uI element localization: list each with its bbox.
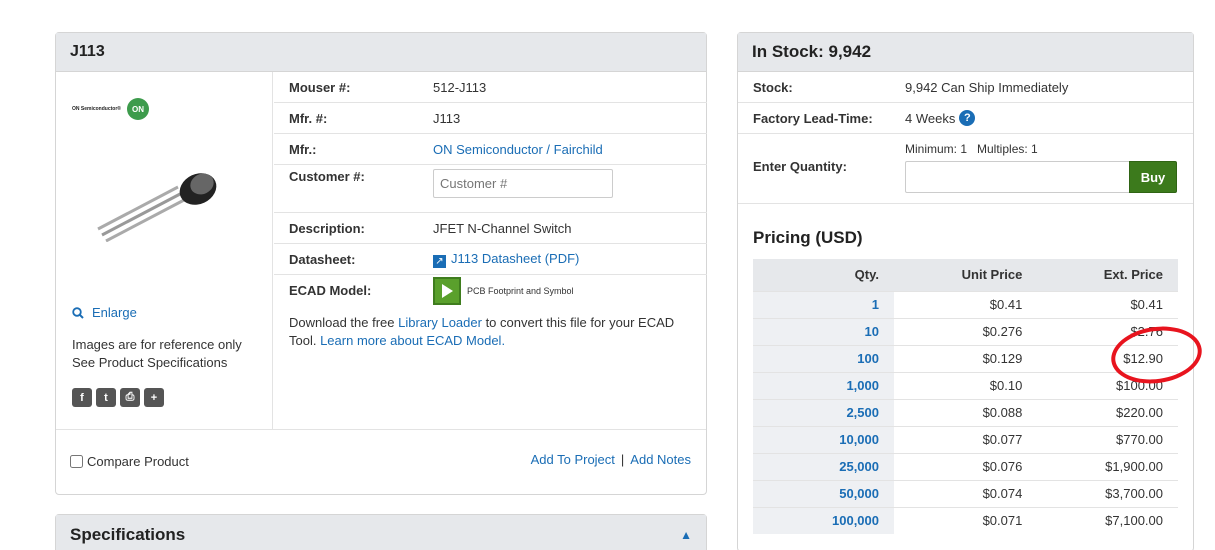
price-qty-link[interactable]: 50,000 (753, 479, 894, 507)
add-notes-link[interactable]: Add Notes (630, 452, 691, 467)
stock-title: In Stock: 9,942 (738, 33, 1193, 72)
unit-price: $0.41 (894, 290, 1038, 318)
share-icons: f t ⎙ + (72, 388, 164, 407)
help-icon[interactable]: ? (959, 110, 976, 126)
detail-row-mfr: Mfr.: ON Semiconductor / Fairchild (274, 134, 707, 165)
magnifier-icon (72, 306, 84, 319)
ecad-model-icon[interactable] (433, 277, 461, 305)
compare-product[interactable]: Compare Product (70, 454, 189, 469)
detail-row-customer: Customer #: (274, 165, 707, 213)
ext-price: $220.00 (1037, 398, 1178, 426)
specifications-header[interactable]: Specifications ▲ (56, 515, 706, 550)
ext-price-header: Ext. Price (1037, 259, 1178, 291)
customer-number-input[interactable] (433, 169, 613, 198)
manufacturer-logo: ON Semiconductor® ON (72, 98, 149, 120)
table-row: 1 $0.41 $0.41 (753, 290, 1178, 318)
stock-row: Stock: 9,942 Can Ship Immediately (738, 72, 1193, 103)
product-title: J113 (56, 33, 706, 72)
pricing-table: Qty. Unit Price Ext. Price 1 $0.41 $0.41 10… (753, 259, 1178, 534)
table-row: 25,000 $0.076 $1,900.00 (753, 452, 1178, 480)
ext-price: $7,100.00 (1037, 506, 1178, 534)
footer-links: Add To Project | Add Notes (530, 452, 691, 467)
detail-row-mfr-number: Mfr. #: J113 (274, 103, 707, 134)
product-image[interactable] (86, 167, 226, 242)
library-loader-link[interactable]: Library Loader (398, 315, 482, 330)
qty-header: Qty. (753, 259, 894, 291)
product-footer: Compare Product Add To Project | Add Notes (56, 429, 706, 495)
twitter-icon[interactable]: t (96, 388, 116, 407)
table-row: 100,000 $0.071 $7,100.00 (753, 506, 1178, 534)
detail-row-datasheet: Datasheet: ↗ J113 Datasheet (PDF) (274, 244, 707, 275)
unit-price: $0.077 (894, 425, 1038, 453)
enlarge-link[interactable]: Enlarge (72, 305, 137, 320)
on-logo-badge: ON (126, 98, 149, 120)
unit-price: $0.074 (894, 479, 1038, 507)
compare-checkbox[interactable] (70, 455, 83, 468)
enlarge-label[interactable]: Enlarge (92, 305, 137, 320)
download-note: Download the free Library Loader to conv… (289, 315, 675, 348)
quantity-row: Enter Quantity: Minimum: 1 Multiples: 1 … (738, 134, 1193, 204)
facebook-icon[interactable]: f (72, 388, 92, 407)
unit-price-header: Unit Price (894, 259, 1038, 291)
lead-time-row: Factory Lead-Time: 4 Weeks ? (738, 103, 1193, 134)
chevron-up-icon[interactable]: ▲ (680, 528, 692, 542)
manufacturer-link[interactable]: ON Semiconductor / Fairchild (433, 142, 603, 157)
table-row: 10 $0.276 $2.76 (753, 317, 1178, 345)
ext-price: $0.41 (1037, 290, 1178, 318)
buy-button[interactable]: Buy (1129, 161, 1177, 193)
table-row: 1,000 $0.10 $100.00 (753, 371, 1178, 399)
product-panel: J113 ON Semiconductor® ON Enlarge Images… (55, 32, 707, 495)
specifications-title: Specifications (70, 525, 186, 544)
reference-note: Images are for reference only See Produc… (72, 337, 242, 370)
detail-row-description: Description: JFET N-Channel Switch (274, 213, 707, 244)
price-qty-link[interactable]: 1 (753, 290, 894, 318)
detail-row-mouser: Mouser #: 512-J113 (274, 72, 707, 103)
table-row: 10,000 $0.077 $770.00 (753, 425, 1178, 453)
ext-price: $3,700.00 (1037, 479, 1178, 507)
table-row: 2,500 $0.088 $220.00 (753, 398, 1178, 426)
ecad-model-text[interactable]: PCB Footprint and Symbol (467, 286, 574, 296)
stock-panel: In Stock: 9,942 Stock: 9,942 Can Ship Im… (737, 32, 1194, 550)
learn-more-ecad-link[interactable]: Learn more about ECAD Model. (320, 333, 505, 348)
specifications-panel: Specifications ▲ (55, 514, 707, 550)
ext-price: $1,900.00 (1037, 452, 1178, 480)
unit-price: $0.10 (894, 371, 1038, 399)
price-qty-link[interactable]: 1,000 (753, 371, 894, 399)
product-details: Mouser #: 512-J113 Mfr. #: J113 Mfr.: ON… (274, 72, 707, 350)
pricing-title: Pricing (USD) (753, 228, 863, 247)
datasheet-link[interactable]: J113 Datasheet (PDF) (451, 251, 579, 266)
ext-price: $770.00 (1037, 425, 1178, 453)
unit-price: $0.088 (894, 398, 1038, 426)
unit-price: $0.129 (894, 344, 1038, 372)
detail-row-ecad: ECAD Model: PCB Footprint and Symbol (274, 275, 707, 308)
print-icon[interactable]: ⎙ (120, 388, 140, 407)
unit-price: $0.276 (894, 317, 1038, 345)
unit-price: $0.071 (894, 506, 1038, 534)
add-to-project-link[interactable]: Add To Project (531, 452, 615, 467)
price-qty-link[interactable]: 10,000 (753, 425, 894, 453)
min-multiples: Minimum: 1 Multiples: 1 (905, 142, 1038, 156)
table-row: 50,000 $0.074 $3,700.00 (753, 479, 1178, 507)
price-qty-link[interactable]: 100 (753, 344, 894, 372)
unit-price: $0.076 (894, 452, 1038, 480)
external-link-icon: ↗ (433, 254, 446, 268)
product-image-column: ON Semiconductor® ON Enlarge Images are … (56, 72, 273, 429)
quantity-input[interactable] (905, 161, 1130, 193)
price-qty-link[interactable]: 10 (753, 317, 894, 345)
price-qty-link[interactable]: 2,500 (753, 398, 894, 426)
plus-icon[interactable]: + (144, 388, 164, 407)
price-qty-link[interactable]: 25,000 (753, 452, 894, 480)
price-qty-link[interactable]: 100,000 (753, 506, 894, 534)
